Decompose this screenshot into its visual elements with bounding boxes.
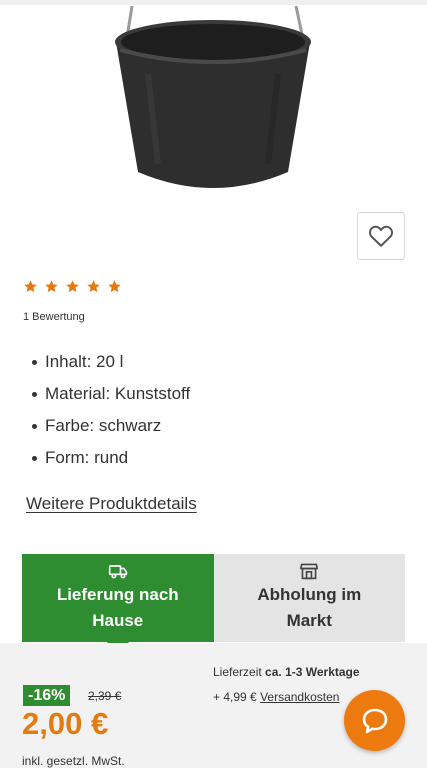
truck-icon — [108, 565, 127, 579]
feature-text: Material: Kunststoff — [45, 384, 191, 403]
feature-item: Inhalt: 20 l — [32, 346, 190, 378]
shipping-info: + 4,99 € Versandkosten — [213, 690, 339, 704]
feature-text: Inhalt: 20 l — [45, 352, 124, 371]
feature-text: Farbe: schwarz — [45, 416, 162, 435]
feature-item: Form: rund — [32, 442, 190, 474]
feature-list: Inhalt: 20 l Material: Kunststoff Farbe:… — [32, 346, 190, 474]
delivery-time: Lieferzeit ca. 1-3 Werktage — [213, 665, 360, 679]
rating-stars[interactable] — [23, 279, 122, 294]
tab-label-line1: Abholung im — [257, 585, 362, 604]
tab-store-pickup[interactable]: Abholung im Markt — [213, 554, 405, 642]
star-icon — [66, 280, 79, 293]
old-price: 2,39 € — [88, 689, 122, 703]
star-icon — [87, 280, 100, 293]
tab-label-line2: Hause — [92, 611, 144, 630]
bullet — [32, 391, 37, 397]
star-icon — [108, 280, 121, 293]
feature-item: Material: Kunststoff — [32, 378, 190, 410]
tab-label-line2: Markt — [286, 611, 332, 630]
wishlist-button[interactable] — [357, 212, 405, 260]
feature-text: Form: rund — [45, 448, 129, 467]
rating-count[interactable]: 1 Bewertung — [23, 311, 85, 323]
tab-home-delivery[interactable]: Lieferung nach Hause — [22, 554, 214, 654]
shipping-cost: + 4,99 € — [213, 690, 257, 704]
chat-button[interactable] — [344, 690, 405, 751]
product-image — [115, 5, 311, 188]
bullet — [32, 423, 37, 429]
vat-note: inkl. gesetzl. MwSt. — [22, 754, 125, 768]
bullet — [32, 359, 37, 365]
star-icon — [45, 280, 58, 293]
star-icon — [24, 280, 37, 293]
tab-label-line1: Lieferung nach — [56, 585, 179, 604]
feature-item: Farbe: schwarz — [32, 410, 190, 442]
store-icon — [300, 563, 319, 580]
discount-badge: -16% — [23, 685, 71, 706]
current-price: 2,00 € — [22, 706, 109, 741]
bullet — [32, 455, 37, 461]
product-details-link[interactable]: Weitere Produktdetails — [26, 494, 197, 514]
fulfillment-tabs: Lieferung nach Hause Abholung im Markt — [22, 554, 405, 654]
delivery-time-value: ca. 1-3 Werktage — [265, 665, 360, 679]
heart-icon — [369, 225, 393, 247]
shipping-costs-link[interactable]: Versandkosten — [260, 690, 339, 704]
chat-icon — [362, 708, 387, 733]
delivery-time-label: Lieferzeit — [213, 665, 262, 679]
